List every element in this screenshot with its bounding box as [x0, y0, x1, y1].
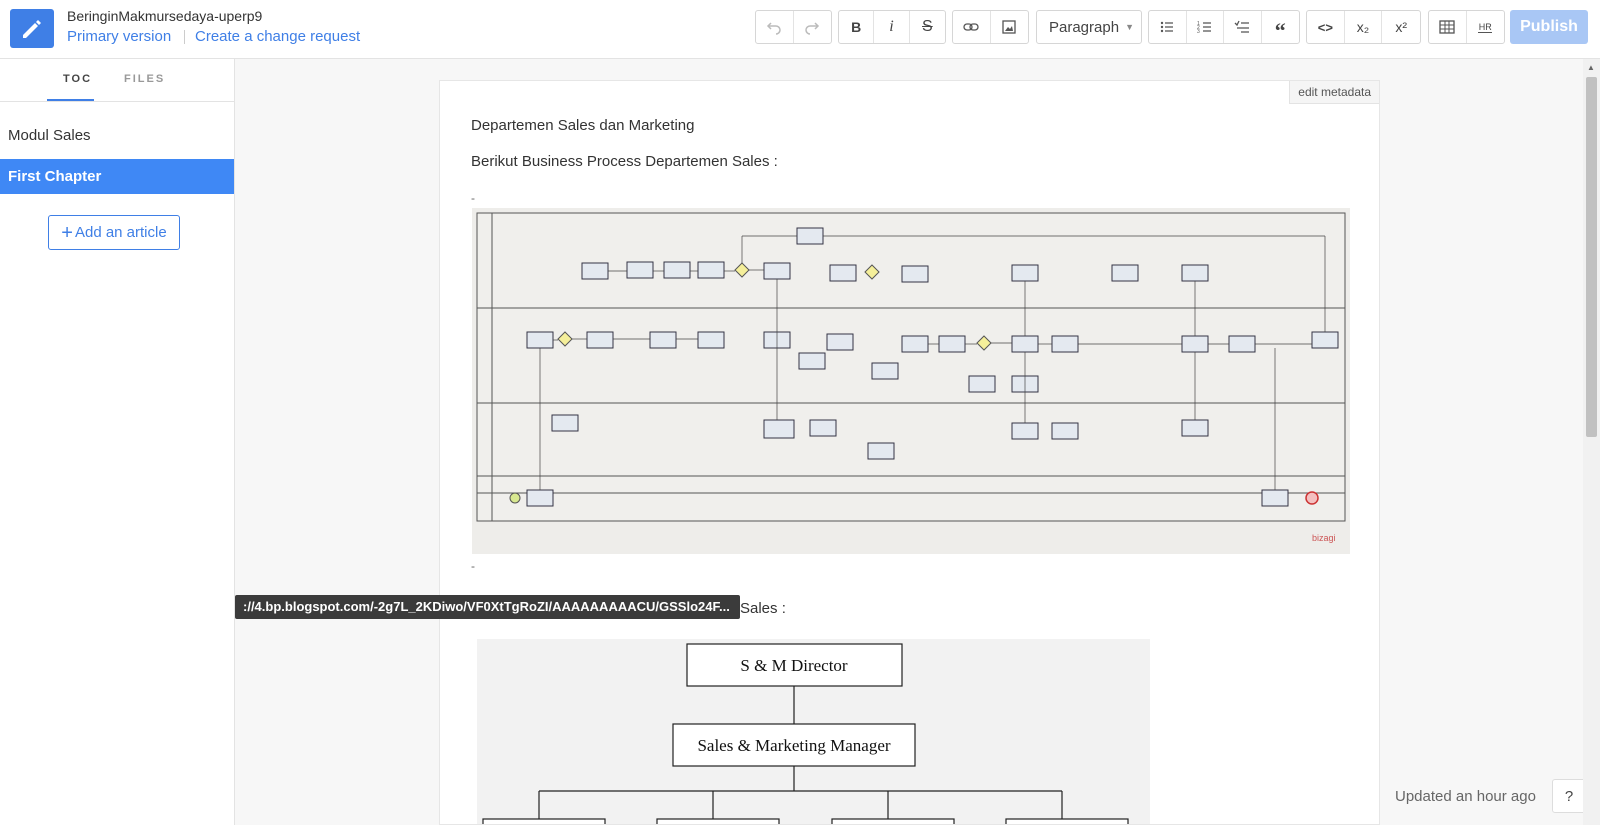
- image-icon: [1002, 20, 1016, 34]
- bold-button[interactable]: B: [839, 11, 875, 43]
- link-button[interactable]: [953, 11, 991, 43]
- block-group: 123 “: [1148, 10, 1300, 44]
- change-request-link[interactable]: Create a change request: [195, 28, 360, 45]
- tab-toc[interactable]: TOC: [63, 73, 92, 85]
- checklist-icon: [1234, 20, 1250, 33]
- pencil-icon: [23, 19, 41, 38]
- org-manager-label: Sales & Marketing Manager: [697, 736, 890, 755]
- table-icon: [1439, 20, 1455, 34]
- quote-button[interactable]: “: [1262, 11, 1299, 43]
- paragraph-business-process[interactable]: Berikut Business Process Departemen Sale…: [471, 153, 778, 170]
- add-article-button[interactable]: + Add an article: [48, 215, 180, 250]
- article-page[interactable]: edit metadata Departemen Sales dan Marke…: [439, 80, 1380, 825]
- svg-text:3: 3: [1197, 29, 1200, 35]
- task-list-button[interactable]: [1224, 11, 1262, 43]
- add-article-label: Add an article: [74, 224, 167, 241]
- superscript-button[interactable]: x²: [1382, 11, 1420, 43]
- paragraph-dash[interactable]: -: [471, 559, 475, 573]
- paragraph-style-value: Paragraph: [1049, 18, 1120, 36]
- table-group: HR: [1428, 10, 1505, 44]
- toc-item-modul-sales[interactable]: Modul Sales: [8, 127, 91, 144]
- format-group: B i S: [838, 10, 946, 44]
- header-divider: [184, 30, 185, 44]
- paragraph-department[interactable]: Departemen Sales dan Marketing: [471, 117, 694, 134]
- tab-files[interactable]: FILES: [124, 73, 165, 85]
- bpmn-diagram: bizagi: [476, 212, 1346, 543]
- caret-down-icon: ▼: [1125, 22, 1134, 32]
- numbered-list-button[interactable]: 123: [1187, 11, 1224, 43]
- italic-button[interactable]: i: [874, 11, 910, 43]
- redo-icon: [805, 22, 820, 35]
- org-director-label: S & M Director: [740, 656, 848, 675]
- sidebar: TOC FILES Modul Sales First Chapter + Ad…: [0, 59, 235, 825]
- hr-line-icon: [1478, 31, 1493, 33]
- organization-chart-image[interactable]: S & M Director Sales & Marketing Manager: [477, 639, 1150, 824]
- paragraph-sales-org[interactable]: Sales :: [740, 600, 786, 617]
- history-group: [755, 10, 832, 44]
- toc-item-first-chapter[interactable]: First Chapter: [0, 159, 234, 194]
- scrollbar[interactable]: ▲: [1583, 59, 1600, 825]
- code-button[interactable]: <>: [1307, 11, 1345, 43]
- plus-icon: +: [61, 221, 73, 244]
- edit-pencil-icon[interactable]: [10, 9, 54, 48]
- bullet-list-button[interactable]: [1149, 11, 1187, 43]
- code-group: <> x₂ x²: [1306, 10, 1421, 44]
- subscript-button[interactable]: x₂: [1345, 11, 1383, 43]
- bizagi-watermark: bizagi: [1312, 533, 1336, 543]
- business-process-diagram-image[interactable]: bizagi: [472, 208, 1350, 554]
- paragraph-style-select[interactable]: Paragraph ▼: [1036, 10, 1142, 44]
- edit-metadata-button[interactable]: edit metadata: [1289, 81, 1379, 104]
- undo-button[interactable]: [756, 11, 794, 43]
- publish-button[interactable]: Publish: [1510, 10, 1588, 44]
- sidebar-tabs: TOC FILES: [0, 59, 234, 102]
- table-button[interactable]: [1429, 11, 1467, 43]
- org-chart: S & M Director Sales & Marketing Manager: [482, 643, 1129, 824]
- undo-icon: [767, 22, 781, 35]
- insert-group: [952, 10, 1029, 44]
- image-url-tooltip: ://4.bp.blogspot.com/-2g7L_2KDiwo/VF0XtT…: [235, 595, 740, 619]
- numbered-list-icon: 123: [1197, 21, 1211, 35]
- scroll-up-icon[interactable]: ▲: [1587, 63, 1595, 72]
- book-title: BeringinMakmursedaya-uperp9: [67, 8, 263, 24]
- top-header: BeringinMakmursedaya-uperp9 Primary vers…: [0, 0, 1600, 59]
- active-tab-indicator: [47, 99, 94, 101]
- horizontal-rule-button[interactable]: HR: [1467, 11, 1505, 43]
- paragraph-dash[interactable]: -: [471, 191, 475, 205]
- scrollbar-thumb[interactable]: [1586, 77, 1597, 437]
- image-button[interactable]: [991, 11, 1029, 43]
- editor-area: edit metadata Departemen Sales dan Marke…: [235, 59, 1583, 825]
- redo-button[interactable]: [794, 11, 832, 43]
- strikethrough-button[interactable]: S: [910, 11, 945, 43]
- help-button[interactable]: ?: [1552, 779, 1586, 813]
- hr-label: HR: [1478, 21, 1492, 32]
- bullet-list-icon: [1161, 21, 1174, 33]
- last-updated-status: Updated an hour ago: [1395, 788, 1536, 805]
- link-icon: [963, 23, 979, 31]
- primary-version-link[interactable]: Primary version: [67, 28, 171, 45]
